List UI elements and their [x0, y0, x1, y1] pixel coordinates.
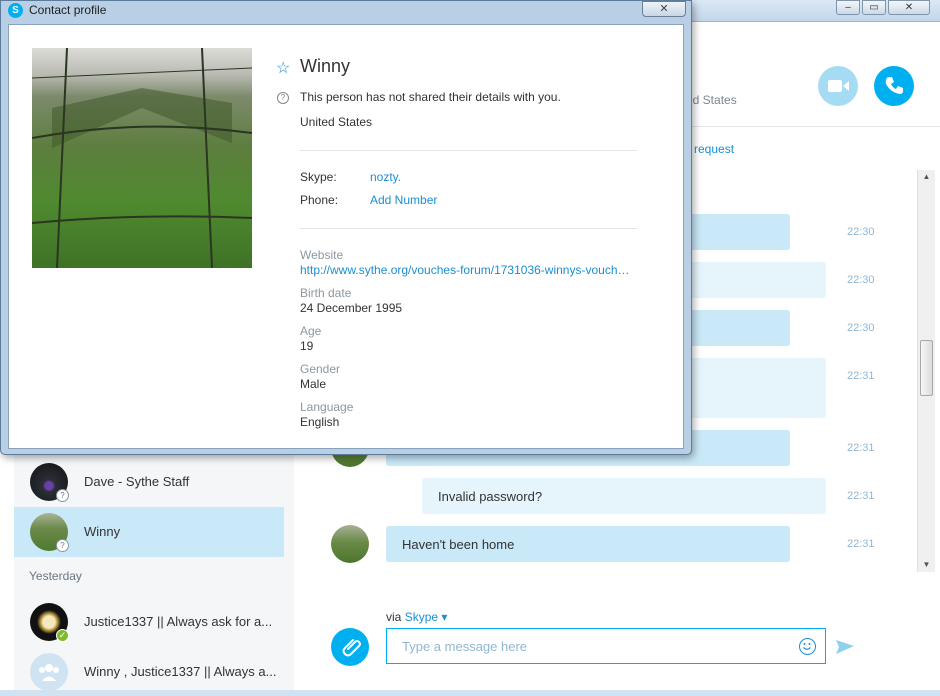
message-time: 22:31 — [847, 538, 875, 550]
chat-scrollbar[interactable]: ▲ ▼ — [917, 170, 935, 572]
window-controls: – ▭ ✕ — [836, 0, 930, 15]
contact-name: Dave - Sythe Staff — [84, 474, 190, 489]
message-time: 22:30 — [847, 322, 875, 334]
send-arrow-glyph — [836, 640, 854, 654]
phone-icon — [885, 77, 903, 94]
contact-name: Winny , Justice1337 || Always a... — [84, 664, 277, 679]
dropdown-arrow-icon: ▾ — [441, 610, 448, 624]
recent-item-justice[interactable]: ✓ Justice1337 || Always ask for a... — [14, 597, 284, 647]
contact-profile-dialog: S Contact profile ✕ ☆ Winny ? This perso… — [0, 0, 692, 455]
contact-name: Justice1337 || Always ask for a... — [84, 614, 273, 629]
emoji-icon[interactable] — [799, 638, 816, 655]
message-input[interactable] — [386, 628, 826, 664]
group-avatar — [30, 653, 68, 691]
contact-item-winny[interactable]: ? Winny — [14, 507, 284, 557]
status-online-icon: ✓ — [56, 629, 69, 642]
divider — [300, 150, 637, 151]
scroll-down-icon[interactable]: ▼ — [918, 558, 935, 572]
via-service-dropdown[interactable]: Skype ▾ — [405, 610, 448, 624]
message-bubble: Haven't been home — [386, 526, 790, 562]
status-unknown-icon: ? — [56, 539, 69, 552]
message-avatar — [331, 525, 369, 563]
skype-id-link[interactable]: nozty. — [370, 170, 401, 184]
fence-photo-image — [32, 48, 252, 268]
privacy-notice: This person has not shared their details… — [300, 90, 561, 104]
birth-date-label: Birth date — [300, 286, 352, 300]
skype-label: Skype: — [300, 170, 337, 184]
scroll-up-icon[interactable]: ▲ — [918, 170, 935, 184]
scroll-thumb[interactable] — [920, 340, 933, 396]
restore-button[interactable]: ▭ — [862, 0, 886, 15]
paperclip-icon — [342, 639, 361, 657]
profile-panel: ☆ Winny ? This person has not shared the… — [8, 24, 684, 449]
close-window-button[interactable]: ✕ — [888, 0, 930, 15]
profile-name: Winny — [300, 56, 351, 76]
add-number-link[interactable]: Add Number — [370, 193, 437, 207]
message-time: 22:30 — [847, 274, 875, 286]
video-camera-icon — [828, 80, 849, 92]
message-time: 22:30 — [847, 226, 875, 238]
section-header-yesterday: Yesterday — [29, 569, 82, 583]
website-label: Website — [300, 248, 344, 262]
smiley-face-glyph — [803, 643, 811, 650]
status-unknown-icon: ? — [56, 489, 69, 502]
phone-label: Phone: — [300, 193, 339, 207]
info-icon: ? — [277, 92, 289, 104]
skype-logo-icon: S — [8, 3, 23, 18]
audio-call-button[interactable] — [874, 66, 914, 106]
message-time: 22:31 — [847, 370, 875, 382]
language-value: English — [300, 415, 340, 429]
recent-item-group[interactable]: Winny , Justice1337 || Always a... — [14, 647, 284, 691]
favorite-star-icon[interactable]: ☆ — [276, 58, 290, 78]
dialog-title: Contact profile — [29, 3, 107, 17]
group-icon — [39, 664, 59, 681]
send-icon[interactable] — [836, 640, 854, 659]
language-label: Language — [300, 400, 354, 414]
via-service-label: Skype — [404, 610, 439, 624]
gender-label: Gender — [300, 362, 341, 376]
contact-name: Winny — [84, 524, 121, 539]
via-line: via Skype ▾ — [386, 610, 447, 624]
contact-item-dave[interactable]: ? Dave - Sythe Staff — [14, 457, 284, 507]
gender-value: Male — [300, 377, 327, 391]
age-value: 19 — [300, 339, 314, 353]
website-link[interactable]: http://www.sythe.org/vouches-forum/17310… — [300, 263, 635, 277]
age-label: Age — [300, 324, 322, 338]
message-time: 22:31 — [847, 490, 875, 502]
dialog-close-button[interactable]: ✕ — [642, 1, 686, 17]
message-bubble: Invalid password? — [422, 478, 826, 514]
via-label: via — [386, 610, 402, 624]
video-call-button[interactable] — [818, 66, 858, 106]
attach-button[interactable] — [331, 628, 369, 666]
minimize-button[interactable]: – — [836, 0, 860, 15]
birth-date-value: 24 December 1995 — [300, 301, 403, 315]
profile-photo — [32, 48, 252, 268]
divider — [300, 228, 637, 229]
profile-country: United States — [300, 115, 373, 129]
contact-request-link[interactable]: request — [694, 142, 734, 156]
message-time: 22:31 — [847, 442, 875, 454]
